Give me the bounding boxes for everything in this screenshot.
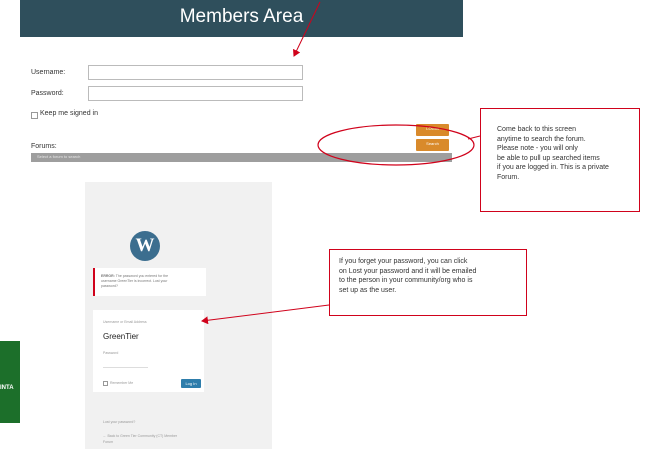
header-annotation-arrow — [292, 1, 321, 57]
search-callout-connector — [467, 135, 481, 140]
password-annotation-arrow — [201, 304, 330, 325]
search-highlight-ellipse — [317, 124, 475, 166]
annotation-overlay — [201, 1, 481, 325]
